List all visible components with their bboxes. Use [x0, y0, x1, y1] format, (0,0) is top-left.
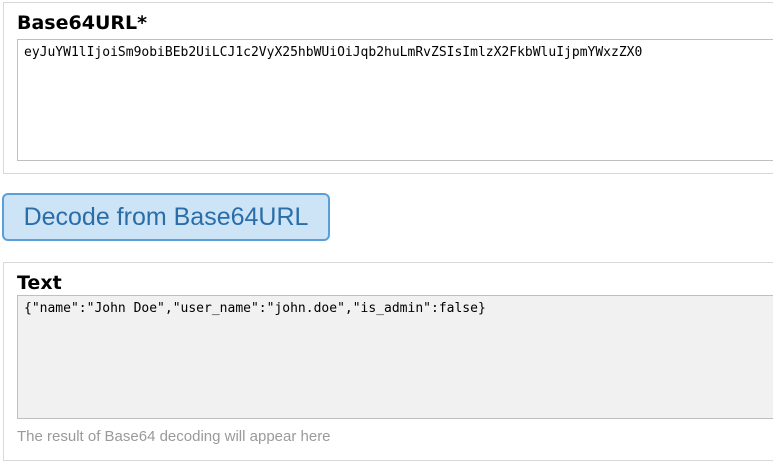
base64url-input[interactable]: eyJuYW1lIjoiSm9obiBEb2UiLCJ1c2VyX25hbWUi… — [17, 39, 773, 161]
output-hint: The result of Base64 decoding will appea… — [17, 428, 331, 445]
input-panel-title: Base64URL* — [17, 12, 148, 34]
input-panel: Base64URL* eyJuYW1lIjoiSm9obiBEb2UiLCJ1c… — [3, 2, 773, 174]
decoded-text-output[interactable]: {"name":"John Doe","user_name":"john.doe… — [17, 295, 773, 419]
output-panel-title: Text — [17, 272, 62, 294]
output-panel: Text {"name":"John Doe","user_name":"joh… — [3, 262, 773, 461]
decode-button[interactable]: Decode from Base64URL — [2, 193, 330, 241]
